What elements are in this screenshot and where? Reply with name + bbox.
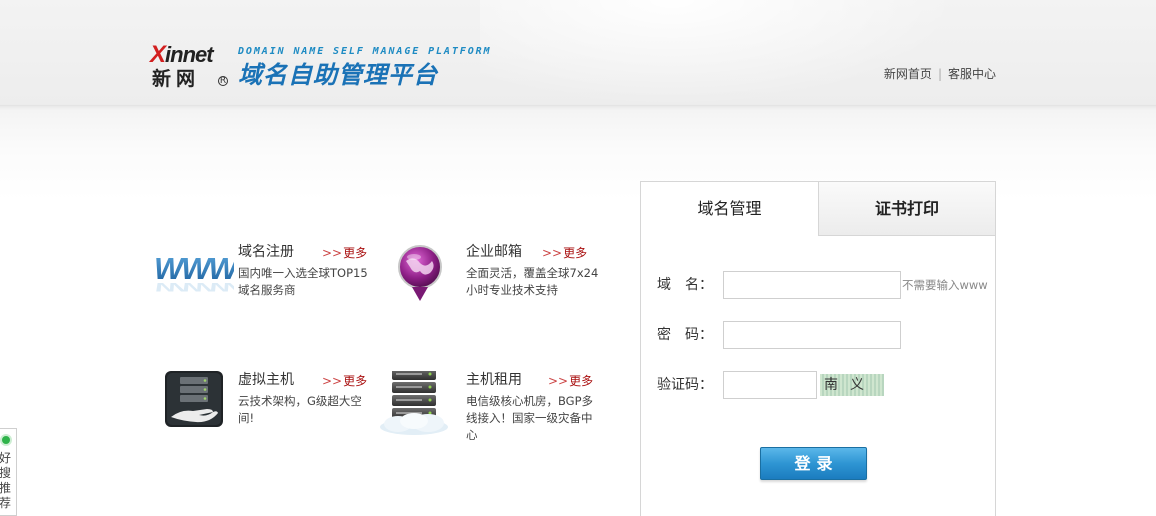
side-recommend-widget[interactable]: 好搜推荐 xyxy=(0,428,17,516)
nav-separator: | xyxy=(937,67,942,81)
login-button[interactable]: 登录 xyxy=(760,447,867,480)
service-description: 国内唯一入选全球TOP15域名服务商 xyxy=(238,266,368,297)
header-decoration xyxy=(480,0,960,106)
registered-mark: R xyxy=(218,76,228,86)
server-rack-icon xyxy=(376,369,456,441)
platform-title-english: DOMAIN NAME SELF MANAGE PLATFORM xyxy=(238,46,492,57)
domain-input[interactable] xyxy=(723,271,901,299)
www-icon: WWW WWW xyxy=(154,243,243,313)
password-label: 密 码： xyxy=(657,327,713,343)
tab-certificate-print[interactable]: 证书打印 xyxy=(818,182,995,236)
xinnet-logo[interactable]: Xinnet 新网 R xyxy=(150,41,230,92)
captcha-image[interactable]: 南义 xyxy=(820,374,884,396)
top-nav: 新网首页 | 客服中心 xyxy=(884,66,996,82)
tab-domain-management[interactable]: 域名管理 xyxy=(641,182,818,236)
support-center-link[interactable]: 客服中心 xyxy=(948,67,996,81)
captcha-input[interactable] xyxy=(723,371,817,399)
service-title: 主机租用 xyxy=(466,372,522,388)
platform-title: 域名自助管理平台 xyxy=(238,61,438,89)
service-virtual-host: 虚拟主机 >>更多 云技术架构，G级超大空间! xyxy=(154,371,384,451)
service-title: 企业邮箱 xyxy=(466,244,522,260)
service-title: 域名注册 xyxy=(238,244,294,260)
service-enterprise-mail: 企业邮箱 >>更多 全面灵活，覆盖全球7x24小时专业技术支持 xyxy=(382,243,612,323)
more-link[interactable]: >>更多 xyxy=(322,373,367,389)
side-widget-label: 好搜推荐 xyxy=(0,451,12,510)
captcha-label: 验证码： xyxy=(657,377,713,393)
more-link[interactable]: >>更多 xyxy=(322,245,367,261)
page-header: Xinnet 新网 R DOMAIN NAME SELF MANAGE PLAT… xyxy=(0,0,1156,106)
login-panel: 域名管理 证书打印 域 名： 不需要输入www 密 码： 验证码： 南义 登录 xyxy=(640,181,996,516)
svg-text:WWW: WWW xyxy=(154,280,234,294)
mail-globe-icon xyxy=(382,243,462,313)
service-description: 全面灵活，覆盖全球7x24小时专业技术支持 xyxy=(466,266,599,297)
service-description: 电信级核心机房，BGP多线接入！国家一级灾备中心 xyxy=(466,394,594,442)
service-server-rental: 主机租用 >>更多 电信级核心机房，BGP多线接入！国家一级灾备中心 xyxy=(380,369,612,451)
logo-english: Xinnet xyxy=(150,41,214,68)
password-input[interactable] xyxy=(723,321,901,349)
domain-label: 域 名： xyxy=(657,277,713,293)
logo-chinese: 新网 xyxy=(152,68,201,90)
login-tabs: 域名管理 证书打印 xyxy=(641,182,995,236)
service-title: 虚拟主机 xyxy=(238,372,294,388)
server-hand-icon xyxy=(154,371,234,441)
service-domain-registration: WWW WWW 域名注册 >>更多 国内唯一入选全球TOP15域名服务商 xyxy=(154,243,384,323)
more-link[interactable]: >>更多 xyxy=(548,373,593,389)
service-description: 云技术架构，G级超大空间! xyxy=(238,394,362,425)
home-link[interactable]: 新网首页 xyxy=(884,67,932,81)
more-link[interactable]: >>更多 xyxy=(542,245,587,261)
domain-hint: 不需要输入www xyxy=(902,278,988,292)
status-dot-icon xyxy=(0,434,12,446)
